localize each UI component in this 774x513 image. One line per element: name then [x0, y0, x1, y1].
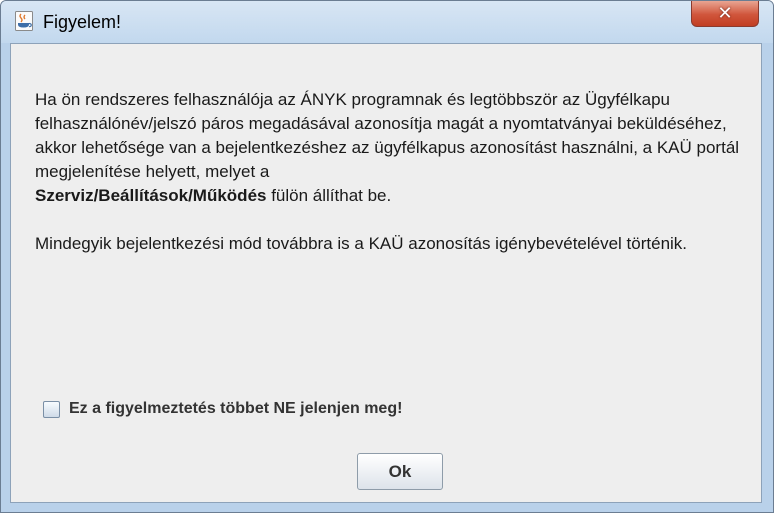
- title-bar[interactable]: Figyelem! ✕: [1, 1, 773, 43]
- window-title: Figyelem!: [43, 12, 122, 32]
- java-cup-icon: [15, 11, 33, 31]
- dont-show-again-checkbox[interactable]: [43, 400, 60, 418]
- close-icon: ✕: [717, 3, 733, 23]
- close-button[interactable]: ✕: [691, 1, 759, 27]
- dialog-window: Figyelem! ✕ Ha ön rendszeres felhasználó…: [0, 0, 774, 513]
- message-text-part: Ha ön rendszeres felhasználója az ÁNYK p…: [35, 90, 740, 181]
- settings-path: Szerviz/Beállítások/Működés: [35, 186, 267, 205]
- ok-button[interactable]: Ok: [357, 453, 443, 490]
- message-paragraph-1: Ha ön rendszeres felhasználója az ÁNYK p…: [35, 88, 747, 208]
- dont-show-again-option[interactable]: Ez a figyelmeztetés többet NE jelenjen m…: [43, 399, 402, 419]
- dialog-content: Ha ön rendszeres felhasználója az ÁNYK p…: [10, 43, 762, 503]
- dont-show-again-label[interactable]: Ez a figyelmeztetés többet NE jelenjen m…: [69, 400, 402, 418]
- message-text: Ha ön rendszeres felhasználója az ÁNYK p…: [35, 88, 747, 256]
- message-paragraph-2: Mindegyik bejelentkezési mód továbbra is…: [35, 234, 688, 253]
- message-text-part: fülön állíthat be.: [266, 186, 392, 205]
